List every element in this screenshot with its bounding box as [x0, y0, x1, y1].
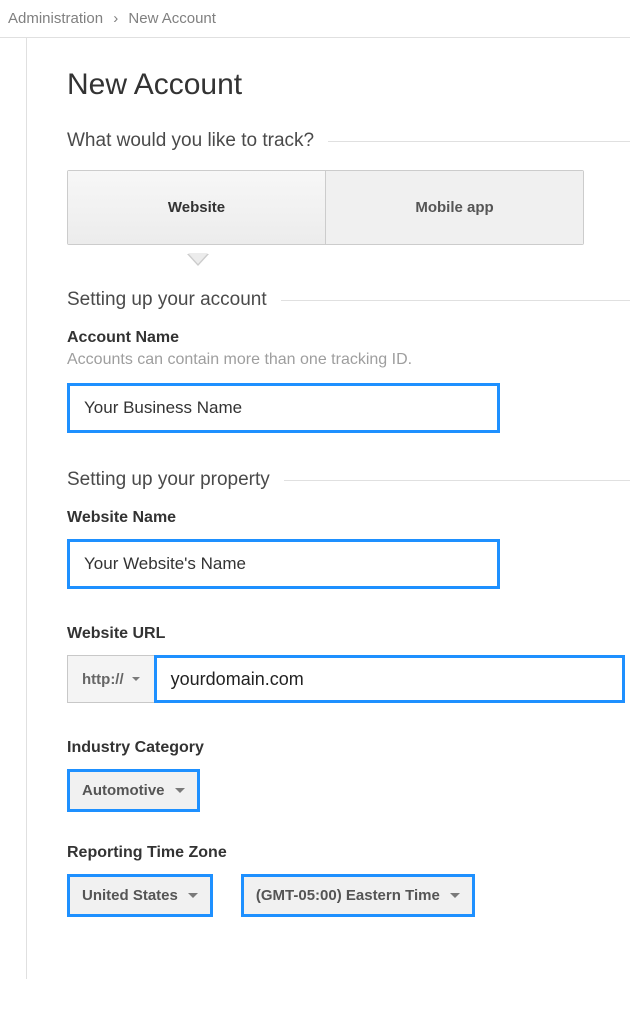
website-name-label: Website Name	[67, 509, 630, 527]
tab-mobile-app[interactable]: Mobile app	[325, 171, 583, 244]
tab-website[interactable]: Website	[68, 171, 325, 244]
account-name-label: Account Name	[67, 329, 630, 347]
industry-select[interactable]: Automotive	[67, 769, 200, 812]
section-track-header: What would you like to track?	[67, 130, 630, 152]
track-tab-group: Website Mobile app	[67, 170, 584, 245]
chevron-down-icon	[132, 677, 140, 681]
timezone-tz-value: (GMT-05:00) Eastern Time	[256, 887, 440, 904]
breadcrumb-current: New Account	[128, 10, 216, 27]
breadcrumb: Administration › New Account	[0, 0, 630, 38]
timezone-country-value: United States	[82, 887, 178, 904]
tab-mobile-app-label: Mobile app	[415, 199, 493, 216]
chevron-down-icon	[450, 893, 460, 898]
divider	[328, 141, 630, 142]
page-title: New Account	[67, 68, 630, 102]
tab-website-label: Website	[168, 199, 225, 216]
chevron-down-icon	[188, 893, 198, 898]
breadcrumb-parent[interactable]: Administration	[8, 10, 103, 27]
section-property-header: Setting up your property	[67, 469, 630, 491]
website-name-input[interactable]: Your Website's Name	[67, 539, 500, 589]
timezone-tz-select[interactable]: (GMT-05:00) Eastern Time	[241, 874, 475, 917]
breadcrumb-separator: ›	[113, 10, 118, 27]
section-account-header: Setting up your account	[67, 289, 630, 311]
protocol-value: http://	[82, 671, 124, 688]
timezone-country-select[interactable]: United States	[67, 874, 213, 917]
website-url-label: Website URL	[67, 625, 630, 643]
divider	[281, 300, 630, 301]
account-name-input[interactable]: Your Business Name	[67, 383, 500, 433]
divider	[284, 480, 630, 481]
website-url-input[interactable]: yourdomain.com	[154, 655, 625, 703]
industry-label: Industry Category	[67, 739, 630, 757]
section-property-heading: Setting up your property	[67, 469, 270, 491]
industry-value: Automotive	[82, 782, 165, 799]
tab-active-indicator	[67, 255, 630, 269]
account-name-hint: Accounts can contain more than one track…	[67, 351, 630, 369]
section-account-heading: Setting up your account	[67, 289, 267, 311]
timezone-label: Reporting Time Zone	[67, 844, 630, 862]
protocol-select[interactable]: http://	[67, 655, 155, 703]
chevron-down-icon	[175, 788, 185, 793]
section-track-heading: What would you like to track?	[67, 130, 314, 152]
